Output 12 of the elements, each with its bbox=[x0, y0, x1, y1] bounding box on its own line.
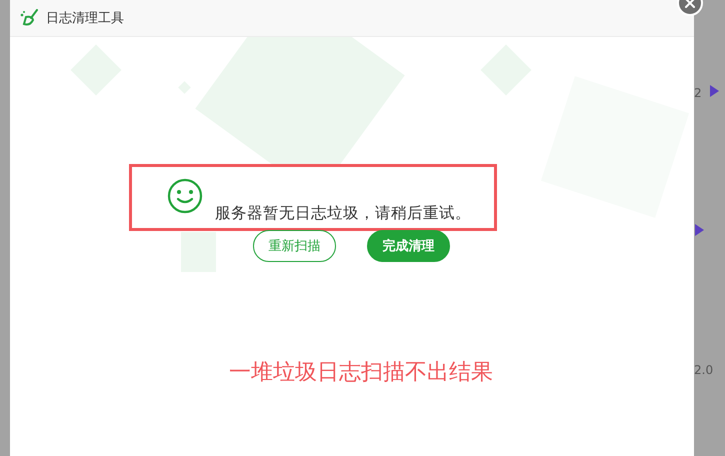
background-label: 2 bbox=[694, 86, 702, 100]
background-label: 2.0 bbox=[694, 363, 714, 377]
triangle-icon bbox=[710, 85, 719, 97]
broom-icon bbox=[20, 9, 40, 27]
annotation-text: 一堆垃圾日志扫描不出结果 bbox=[229, 359, 493, 387]
finish-button[interactable]: 完成清理 bbox=[367, 230, 450, 262]
rescan-button[interactable]: 重新扫描 bbox=[253, 230, 336, 262]
window-title: 日志清理工具 bbox=[46, 10, 124, 27]
decor-shape bbox=[181, 232, 216, 272]
smiley-icon bbox=[167, 178, 203, 214]
triangle-icon bbox=[695, 224, 704, 236]
status-message: 服务器暂无日志垃圾，请稍后重试。 bbox=[215, 203, 471, 224]
